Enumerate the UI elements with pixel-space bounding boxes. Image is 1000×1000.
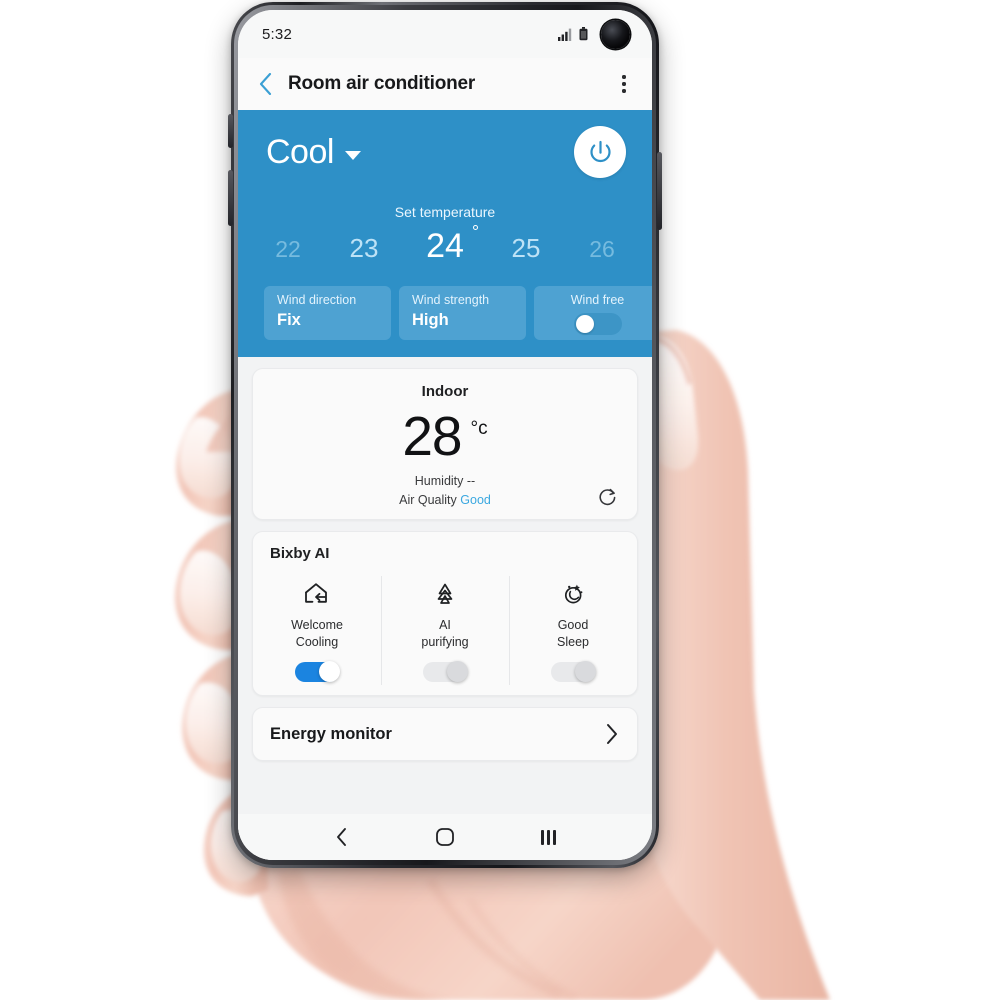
status-bar-clock: 5:32 bbox=[262, 25, 292, 43]
back-nav-icon bbox=[337, 828, 347, 846]
set-temperature-label: Set temperature bbox=[394, 204, 496, 220]
nav-back-button[interactable] bbox=[322, 820, 362, 854]
control-panel-header: Cool bbox=[238, 126, 652, 178]
temp-option-23[interactable]: 23 bbox=[326, 233, 402, 264]
good-sleep-toggle[interactable] bbox=[551, 661, 596, 683]
chevron-right-icon bbox=[607, 724, 617, 745]
chip-value: Fix bbox=[277, 311, 301, 329]
selected-temp-value: 24 bbox=[426, 227, 464, 265]
mode-label: Cool bbox=[266, 133, 334, 171]
back-button[interactable] bbox=[252, 71, 278, 97]
more-options-button[interactable] bbox=[612, 71, 636, 97]
bixby-ai-card: Bixby AI Welcome Cooling AI purifying Go… bbox=[252, 531, 638, 697]
nav-recents-button[interactable] bbox=[528, 820, 568, 854]
power-icon bbox=[589, 140, 611, 162]
chip-label: Wind direction bbox=[277, 293, 357, 307]
signal-icon bbox=[558, 28, 572, 41]
battery-icon bbox=[579, 27, 588, 41]
indoor-title: Indoor bbox=[421, 383, 469, 400]
chip-value: High bbox=[412, 311, 449, 329]
phone-volume-button[interactable] bbox=[228, 170, 233, 226]
chip-wind-free[interactable]: Wind free bbox=[534, 286, 652, 340]
phone-device: 5:32 Room air conditioner Cool Set tempe… bbox=[228, 2, 662, 868]
toggle-knob bbox=[447, 661, 468, 683]
indoor-temperature-value: 28 bbox=[402, 405, 462, 467]
page-title: Room air conditioner bbox=[288, 73, 476, 94]
ac-control-panel: Cool Set temperature 22 23 24 25 26 Wind… bbox=[238, 110, 652, 357]
toggle-knob bbox=[575, 315, 594, 333]
kebab-dot bbox=[622, 75, 626, 79]
phone-side-button-bixby[interactable] bbox=[228, 114, 233, 148]
indoor-temperature-readout: 28 °c bbox=[253, 405, 637, 467]
app-bar: Room air conditioner bbox=[238, 58, 652, 110]
refresh-button[interactable] bbox=[597, 487, 619, 509]
air-quality-row: Air Quality Good bbox=[253, 493, 637, 507]
power-button[interactable] bbox=[574, 126, 626, 178]
degree-symbol-icon bbox=[473, 225, 478, 230]
wind-free-toggle[interactable] bbox=[573, 313, 622, 335]
bixby-feature-good-sleep[interactable]: Good Sleep bbox=[509, 574, 637, 695]
chevron-down-icon bbox=[344, 150, 361, 160]
chip-wind-strength[interactable]: Wind strength High bbox=[399, 286, 526, 340]
bixby-feature-ai-purifying[interactable]: AI purifying bbox=[381, 574, 509, 695]
air-quality-label: Air Quality bbox=[399, 493, 457, 508]
status-bar: 5:32 bbox=[238, 10, 652, 58]
recents-nav-icon bbox=[547, 829, 550, 845]
content-area: Indoor 28 °c Humidity -- Air Quality Goo… bbox=[238, 357, 652, 860]
air-purify-leaf-icon bbox=[381, 578, 509, 610]
bixby-feature-label: Welcome Cooling bbox=[291, 618, 343, 649]
recents-nav-icon bbox=[540, 829, 544, 845]
android-nav-bar bbox=[238, 814, 652, 860]
bixby-feature-label: AI purifying bbox=[421, 618, 469, 649]
bixby-feature-row: Welcome Cooling AI purifying Good Sleep bbox=[253, 574, 637, 695]
bixby-feature-welcome-cooling[interactable]: Welcome Cooling bbox=[253, 574, 381, 695]
kebab-dot bbox=[622, 82, 626, 86]
humidity-value: -- bbox=[466, 474, 476, 489]
front-camera-punch-hole bbox=[601, 19, 630, 49]
air-quality-value: Good bbox=[460, 493, 491, 508]
moon-stars-icon bbox=[509, 578, 637, 610]
toggle-knob bbox=[319, 661, 340, 683]
phone-screen: 5:32 Room air conditioner Cool Set tempe… bbox=[238, 10, 652, 860]
temp-option-26[interactable]: 26 bbox=[564, 236, 640, 263]
humidity-row: Humidity -- bbox=[253, 474, 637, 488]
energy-monitor-label: Energy monitor bbox=[270, 724, 392, 743]
chip-label: Wind strength bbox=[412, 293, 490, 307]
phone-power-button[interactable] bbox=[657, 152, 662, 230]
humidity-label: Humidity bbox=[414, 474, 464, 489]
refresh-icon bbox=[599, 489, 616, 506]
indoor-temperature-unit: °c bbox=[470, 418, 488, 439]
bixby-title: Bixby AI bbox=[270, 545, 330, 563]
home-arrow-icon bbox=[253, 578, 381, 610]
chip-label: Wind free bbox=[570, 293, 625, 307]
recents-nav-icon bbox=[553, 829, 556, 845]
mode-selector[interactable]: Cool bbox=[266, 135, 361, 169]
welcome-cooling-toggle[interactable] bbox=[295, 661, 340, 683]
home-nav-icon bbox=[436, 828, 454, 846]
temp-option-22[interactable]: 22 bbox=[250, 236, 326, 263]
status-bar-indicators bbox=[558, 19, 630, 49]
kebab-dot bbox=[622, 89, 626, 93]
bixby-feature-label: Good Sleep bbox=[557, 618, 589, 649]
toggle-knob bbox=[575, 661, 596, 683]
nav-home-button[interactable] bbox=[425, 820, 465, 854]
temp-option-24-selected[interactable]: 24 bbox=[402, 225, 488, 266]
indoor-card: Indoor 28 °c Humidity -- Air Quality Goo… bbox=[252, 368, 638, 521]
chevron-left-icon bbox=[259, 73, 271, 95]
temp-option-25[interactable]: 25 bbox=[488, 233, 564, 264]
ai-purifying-toggle[interactable] bbox=[423, 661, 468, 683]
chip-wind-direction[interactable]: Wind direction Fix bbox=[264, 286, 391, 340]
energy-monitor-row[interactable]: Energy monitor bbox=[252, 707, 638, 762]
temperature-picker[interactable]: 22 23 24 25 26 bbox=[238, 225, 652, 266]
quick-settings-chips: Wind direction Fix Wind strength High Wi… bbox=[238, 286, 652, 340]
